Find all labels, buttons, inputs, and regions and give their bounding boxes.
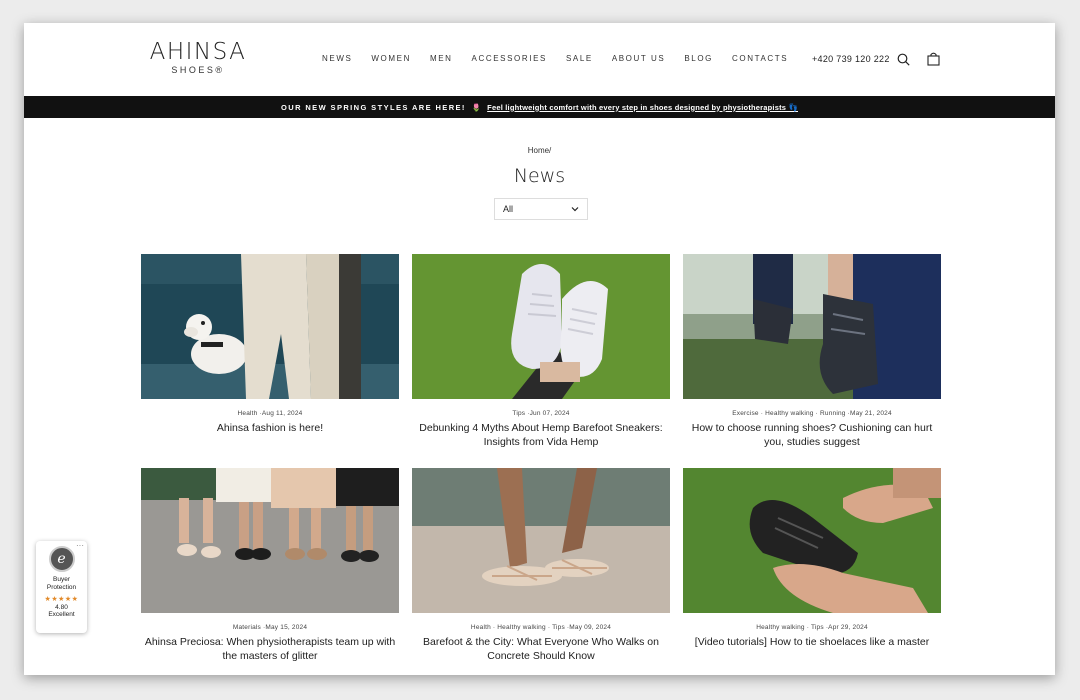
article-card[interactable]: Tips ·Jun 07, 2024 Debunking 4 Myths Abo…: [412, 254, 670, 449]
rating-stars: ★★★★★: [44, 596, 79, 603]
chevron-down-icon: [571, 204, 579, 214]
article-card[interactable]: Materials ·May 15, 2024 Ahinsa Preciosa:…: [141, 468, 399, 663]
article-card[interactable]: Health · Healthy walking · Tips ·May 09,…: [412, 468, 670, 663]
tulip-emoji: 🌷: [471, 102, 482, 112]
announcement-bar: OUR NEW SPRING STYLES ARE HERE! 🌷 Feel l…: [24, 96, 1055, 118]
buyer-protection-label: Buyer Protection: [36, 576, 87, 592]
nav-news[interactable]: NEWS: [322, 54, 352, 63]
article-card[interactable]: Healthy walking · Tips ·Apr 29, 2024 [Vi…: [683, 468, 941, 649]
nav-sale[interactable]: SALE: [566, 54, 593, 63]
nav-about-us[interactable]: ABOUT US: [612, 54, 666, 63]
breadcrumb[interactable]: Home/: [24, 146, 1055, 155]
search-icon[interactable]: [895, 51, 911, 67]
article-meta: Healthy walking · Tips ·Apr 29, 2024: [756, 624, 868, 631]
nav-women[interactable]: WOMEN: [371, 54, 411, 63]
article-meta: Materials ·May 15, 2024: [232, 624, 308, 631]
article-meta: Tips ·Jun 07, 2024: [512, 410, 570, 417]
article-title[interactable]: Debunking 4 Myths About Hemp Barefoot Sn…: [412, 421, 670, 449]
article-title[interactable]: Barefoot & the City: What Everyone Who W…: [412, 635, 670, 663]
article-title[interactable]: How to choose running shoes? Cushioning …: [683, 421, 941, 449]
nav-contacts[interactable]: CONTACTS: [732, 54, 788, 63]
article-image-city-sandals[interactable]: [412, 468, 670, 613]
phone-number[interactable]: +420 739 120 222: [812, 54, 890, 64]
announcement-link[interactable]: Feel lightweight comfort with every step…: [487, 103, 798, 112]
logo-sub: SHOES®: [171, 65, 225, 75]
article-title[interactable]: Ahinsa Preciosa: When physiotherapists t…: [141, 635, 399, 663]
nav-men[interactable]: MEN: [430, 54, 453, 63]
article-meta: Exercise · Healthy walking · Running ·Ma…: [732, 410, 892, 417]
rating-label: Excellent: [48, 611, 75, 618]
article-meta: Health ·Aug 11, 2024: [237, 410, 303, 417]
rating-score: 4.80: [55, 604, 68, 611]
shopping-bag-icon[interactable]: [925, 51, 941, 67]
article-image-tying-shoelaces[interactable]: [683, 468, 941, 613]
article-image-running-shoes[interactable]: [683, 254, 941, 399]
more-options-icon[interactable]: ···: [76, 541, 84, 550]
main-nav: NEWS WOMEN MEN ACCESSORIES SALE ABOUT US…: [322, 54, 807, 63]
article-title[interactable]: [Video tutorials] How to tie shoelaces l…: [683, 635, 941, 649]
announcement-text: OUR NEW SPRING STYLES ARE HERE!: [281, 102, 466, 112]
filter-selected-value: All: [503, 204, 514, 214]
category-filter-select[interactable]: All: [494, 198, 588, 220]
page-title: News: [513, 165, 566, 187]
site-header: AHINSA SHOES® NEWS WOMEN MEN ACCESSORIES…: [24, 23, 1055, 96]
article-image-hemp-sneakers[interactable]: [412, 254, 670, 399]
article-card[interactable]: Exercise · Healthy walking · Running ·Ma…: [683, 254, 941, 449]
article-image-glitter-sandals[interactable]: [141, 468, 399, 613]
trust-badge[interactable]: ··· e Buyer Protection ★★★★★ 4.80 Excell…: [36, 541, 87, 633]
buyer-label: Buyer: [53, 576, 70, 583]
article-card[interactable]: Health ·Aug 11, 2024 Ahinsa fashion is h…: [141, 254, 399, 435]
logo[interactable]: AHINSA SHOES®: [141, 40, 255, 75]
protection-label: Protection: [46, 584, 77, 591]
logo-main: AHINSA: [149, 39, 247, 65]
article-image-dog-sofa[interactable]: [141, 254, 399, 399]
article-title[interactable]: Ahinsa fashion is here!: [141, 421, 399, 435]
trust-seal-icon: e: [48, 546, 75, 572]
nav-accessories[interactable]: ACCESSORIES: [472, 54, 547, 63]
article-meta: Health · Healthy walking · Tips ·May 09,…: [470, 624, 612, 631]
nav-blog[interactable]: BLOG: [684, 54, 713, 63]
browser-window: AHINSA SHOES® NEWS WOMEN MEN ACCESSORIES…: [24, 23, 1055, 675]
